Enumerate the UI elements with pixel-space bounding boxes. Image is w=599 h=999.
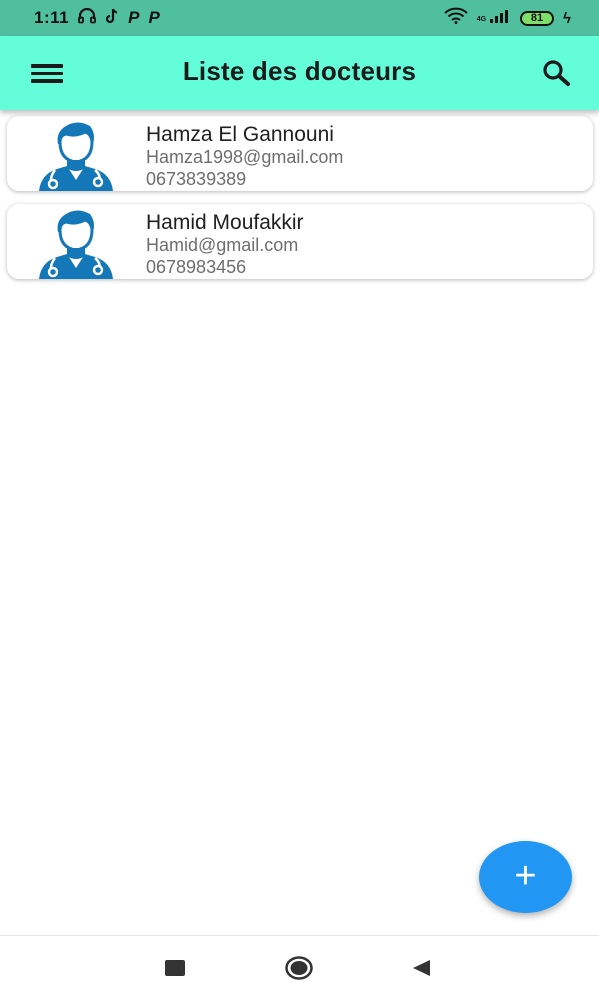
doctor-phone: 0678983456 (146, 257, 247, 277)
status-time: 1:11 (34, 8, 70, 27)
search-icon (543, 60, 570, 86)
tiktok-icon (105, 8, 119, 29)
app-bar: Liste des docteurs (0, 36, 599, 110)
system-nav-bar (0, 935, 599, 999)
status-bar: 1:11 P P 4G 81 ϟ (0, 0, 599, 36)
network-type: 4G (476, 16, 487, 23)
doctor-phone: 0673839389 (146, 169, 247, 189)
doctor-name: Hamid Moufakkir (146, 211, 304, 234)
page-title: Liste des docteurs (182, 56, 417, 86)
doctor-email: Hamid@gmail.com (146, 235, 299, 255)
search-button[interactable] (541, 58, 575, 92)
back-triangle-icon[interactable] (411, 958, 431, 978)
home-circle-icon[interactable] (285, 956, 313, 980)
status-left: 1:11 P P (34, 7, 160, 29)
recents-square-icon[interactable] (165, 960, 185, 976)
headset-icon (78, 7, 96, 29)
doctor-avatar-icon (39, 122, 113, 191)
doctor-card[interactable]: Hamid Moufakkir Hamid@gmail.com 06789834… (7, 204, 593, 279)
add-icon: + (514, 854, 537, 897)
p-app-icon: P (148, 8, 160, 27)
add-doctor-button[interactable]: + (479, 841, 572, 913)
status-right: 4G 81 ϟ (444, 7, 571, 29)
charging-bolt-icon: ϟ (563, 9, 571, 27)
doctor-email: Hamza1998@gmail.com (146, 147, 344, 167)
doctor-card[interactable]: Hamza El Gannouni Hamza1998@gmail.com 06… (7, 116, 593, 191)
signal-icon (489, 9, 511, 28)
wifi-icon (444, 7, 468, 29)
battery-icon: 81 (520, 10, 555, 26)
p-app-icon: P (128, 8, 140, 27)
doctor-name: Hamza El Gannouni (146, 123, 334, 146)
doctor-avatar-icon (39, 210, 113, 279)
